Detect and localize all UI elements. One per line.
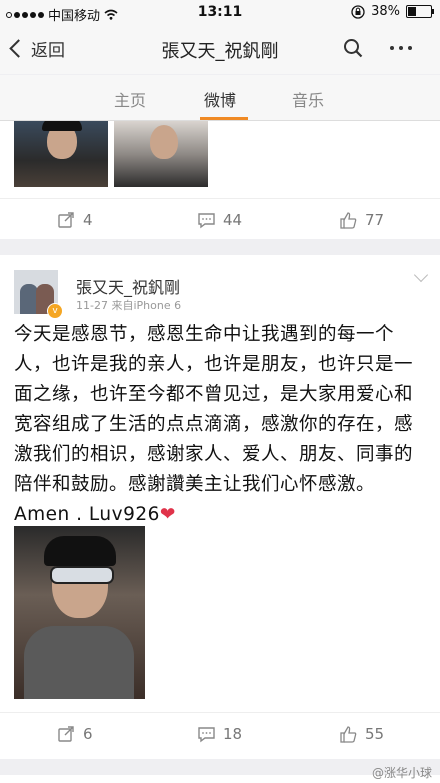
rotation-lock-icon [351,4,365,19]
tab-weibo[interactable]: 微博 [204,87,236,111]
repost-icon [58,211,74,228]
page-title: 張又天_祝釩剛 [161,41,279,62]
post-meta: 11-27 来自iPhone 6 [76,299,182,312]
post-photo[interactable] [14,526,145,699]
post-text: 今天是感恩节，感恩生命中让我遇到的每一个人，也许是我的亲人，也许是朋友，也许只是… [14,320,430,530]
repost-icon [58,725,74,742]
thumbs-up-icon [340,725,357,743]
tab-home[interactable]: 主页 [114,87,146,111]
repost-button[interactable]: 4 [58,211,93,229]
post-username[interactable]: 張又天_祝釩剛 [76,274,180,298]
repost-count: 6 [83,725,93,743]
like-count: 55 [365,725,385,743]
comment-button[interactable]: 18 [198,725,242,743]
heart-emoji: ❤ [159,504,176,525]
like-button[interactable]: 55 [340,725,384,743]
battery-percent: 38% [371,4,400,19]
post-card: 4 44 77 [0,121,440,239]
profile-tabs: 主页 微博 音乐 [0,75,440,121]
repost-button[interactable]: 6 [58,725,93,743]
comment-count: 18 [223,725,243,743]
chevron-down-icon[interactable] [413,267,429,283]
post-body: 今天是感恩节，感恩生命中让我遇到的每一个人，也许是我的亲人，也许是朋友，也许只是… [14,324,414,525]
battery-icon [406,5,434,18]
post-action-bar: 6 18 55 [0,712,440,757]
navigation-bar: 返回 張又天_祝釩剛 [0,26,440,74]
like-button[interactable]: 77 [340,211,384,229]
watermark: @涨华小球 [371,766,432,780]
comment-button[interactable]: 44 [198,211,242,229]
post-photo[interactable] [14,121,108,187]
post-photo[interactable] [114,121,208,187]
comment-icon [198,726,215,742]
more-options-icon[interactable] [390,46,412,50]
comment-icon [198,212,215,228]
repost-count: 4 [83,211,93,229]
comment-count: 44 [223,211,243,229]
like-count: 77 [365,211,385,229]
tab-music[interactable]: 音乐 [292,87,324,111]
status-bar: 中国移动 13:11 38% [0,0,440,26]
verified-badge-icon: v [47,303,63,319]
post-card: v 張又天_祝釩剛 11-27 来自iPhone 6 今天是感恩节，感恩生命中让… [0,255,440,759]
search-icon[interactable] [343,38,363,58]
post-action-bar: 4 44 77 [0,198,440,243]
active-tab-indicator [200,117,248,120]
thumbs-up-icon [340,211,357,229]
